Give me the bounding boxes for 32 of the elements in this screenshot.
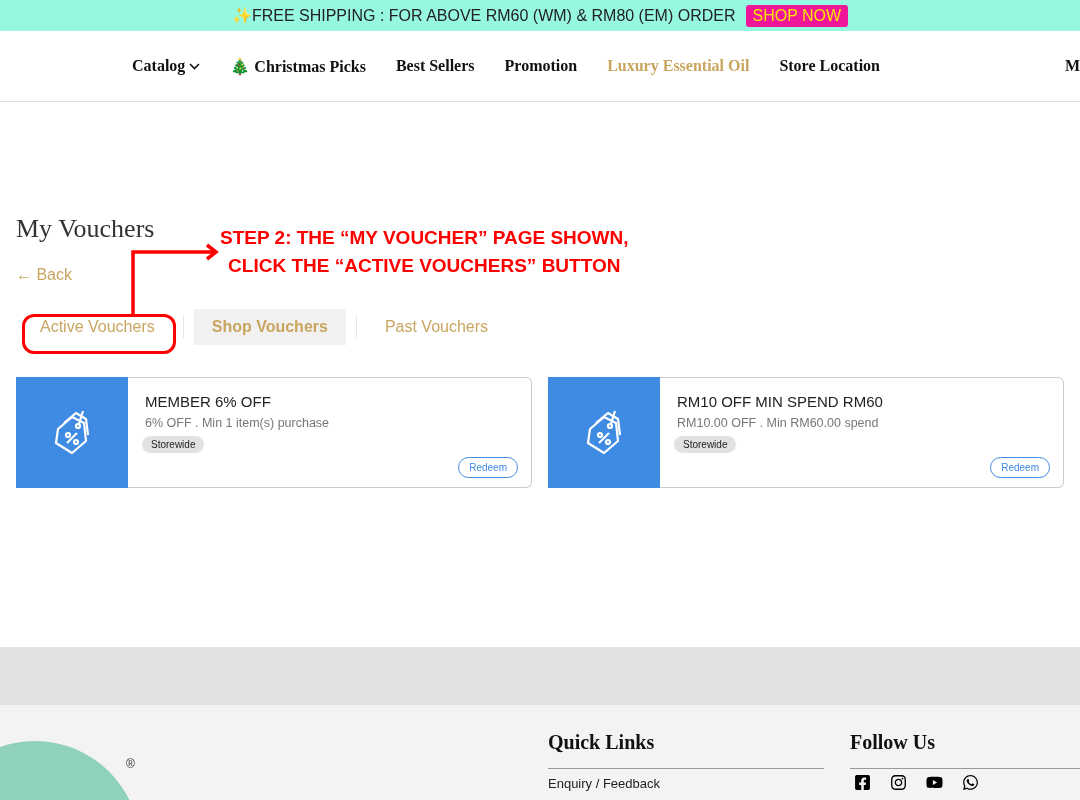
- whatsapp-icon[interactable]: [962, 774, 979, 791]
- registered-mark: ®: [126, 757, 135, 771]
- voucher-tab[interactable]: Past Vouchers: [366, 309, 507, 345]
- footer-link[interactable]: Enquiry / Feedback: [548, 776, 660, 791]
- nav-link[interactable]: Catalog: [132, 57, 201, 75]
- nav-link[interactable]: Promotion: [504, 57, 578, 75]
- nav-link[interactable]: M: [1064, 57, 1080, 75]
- voucher-detail: 6% OFF . Min 1 item(s) purchase: [145, 416, 331, 430]
- voucher-tag: Storewide: [142, 436, 205, 453]
- instagram-icon[interactable]: [890, 774, 907, 791]
- nav-link[interactable]: 🎄 Christmas Picks: [230, 56, 366, 76]
- redeem-button[interactable]: Redeem: [458, 457, 518, 478]
- voucher-title: MEMBER 6% OFF: [145, 393, 272, 410]
- voucher-tab[interactable]: Active Vouchers: [22, 309, 173, 345]
- nav-link[interactable]: Store Location: [779, 57, 880, 75]
- chevron-down-icon: [189, 62, 201, 70]
- facebook-icon[interactable]: [854, 774, 871, 791]
- footer-heading: Follow Us: [850, 731, 1080, 769]
- youtube-icon[interactable]: [926, 774, 943, 791]
- shop-now-button[interactable]: SHOP NOW: [745, 4, 849, 27]
- nav-link[interactable]: Best Sellers: [395, 57, 475, 75]
- footer-heading: Quick Links: [548, 731, 824, 769]
- back-link[interactable]: ← Back: [16, 266, 72, 284]
- shipping-notice: ✨FREE SHIPPING : FOR ABOVE RM60 (WM) & RM80 (EM) ORDER: [231, 6, 736, 25]
- nav-link[interactable]: Luxury Essential Oil: [607, 57, 750, 75]
- instruction-annotation: STEP 2: THE “MY VOUCHER” PAGE SHOWN, CLICK THE “ACTIVE VOUCHERS” BUTTON: [220, 226, 629, 278]
- redeem-button[interactable]: Redeem: [990, 457, 1050, 478]
- page-title: My Vouchers: [16, 214, 155, 244]
- voucher-tag: Storewide: [674, 436, 737, 453]
- voucher-detail: RM10.00 OFF . Min RM60.00 spend: [677, 416, 880, 430]
- voucher-tab[interactable]: Shop Vouchers: [193, 309, 346, 345]
- voucher-title: RM10 OFF MIN SPEND RM60: [677, 393, 884, 410]
